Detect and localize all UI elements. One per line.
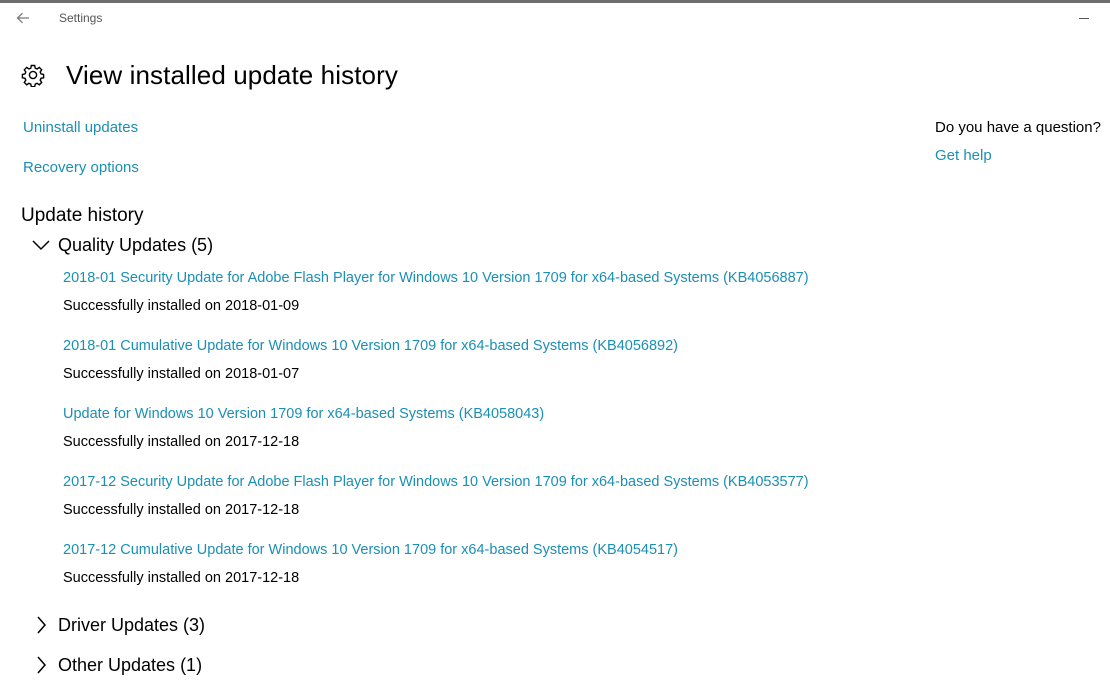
update-history-heading: Update history (21, 205, 144, 226)
update-title-link[interactable]: 2017-12 Security Update for Adobe Flash … (63, 474, 809, 490)
quality-updates-label: Quality Updates (5) (58, 234, 214, 255)
chevron-down-icon (30, 234, 52, 256)
uninstall-updates-link[interactable]: Uninstall updates (23, 119, 138, 136)
update-title-link[interactable]: 2017-12 Cumulative Update for Windows 10… (63, 542, 678, 558)
minimize-icon (1079, 18, 1089, 19)
update-status: Successfully installed on 2017-12-18 (63, 434, 300, 450)
other-updates-toggle[interactable]: Other Updates (1) (30, 653, 202, 677)
title-bar: Settings (0, 3, 1110, 33)
update-title-link[interactable]: Update for Windows 10 Version 1709 for x… (63, 406, 544, 422)
update-status: Successfully installed on 2017-12-18 (63, 502, 300, 518)
update-title-link[interactable]: 2018-01 Security Update for Adobe Flash … (63, 270, 809, 286)
update-status: Successfully installed on 2017-12-18 (63, 570, 300, 586)
get-help-link[interactable]: Get help (935, 147, 992, 164)
page-title: View installed update history (66, 59, 398, 90)
window-title: Settings (59, 11, 103, 25)
minimize-button[interactable] (1070, 7, 1098, 29)
update-title-link[interactable]: 2018-01 Cumulative Update for Windows 10… (63, 338, 678, 354)
chevron-right-icon (30, 654, 52, 676)
page-header: View installed update history (20, 58, 398, 92)
update-status: Successfully installed on 2018-01-07 (63, 366, 300, 382)
other-updates-label: Other Updates (1) (58, 654, 203, 675)
update-status: Successfully installed on 2018-01-09 (63, 298, 300, 314)
recovery-options-link[interactable]: Recovery options (23, 159, 139, 176)
quality-updates-toggle[interactable]: Quality Updates (5) (30, 233, 213, 257)
driver-updates-toggle[interactable]: Driver Updates (3) (30, 613, 205, 637)
back-button[interactable] (10, 7, 36, 29)
help-question: Do you have a question? (935, 119, 1101, 136)
chevron-right-icon (30, 614, 52, 636)
back-arrow-icon (16, 12, 29, 24)
driver-updates-label: Driver Updates (3) (58, 614, 206, 635)
gear-icon (20, 62, 46, 88)
